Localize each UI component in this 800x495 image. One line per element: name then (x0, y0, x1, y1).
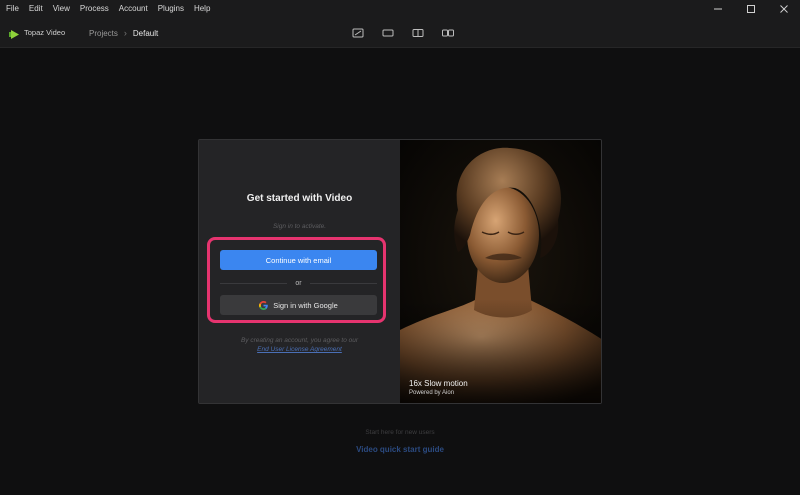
single-view-icon[interactable] (382, 28, 394, 38)
promo-caption-title: 16x Slow motion (409, 379, 468, 388)
view-mode-group (352, 28, 454, 38)
breadcrumb-current: Default (132, 28, 159, 38)
quick-start-guide-link[interactable]: Video quick start guide (0, 445, 800, 454)
app-toolbar: Topaz Video Projects › Default (0, 18, 800, 48)
legal-notice: By creating an account, you agree to our… (199, 336, 400, 354)
menu-bar: File Edit View Process Account Plugins H… (0, 0, 800, 18)
google-button-label: Sign in with Google (273, 300, 338, 310)
menu-process[interactable]: Process (75, 0, 114, 18)
google-icon (259, 300, 268, 310)
side-by-side-view-icon[interactable] (442, 28, 454, 38)
menu-account[interactable]: Account (114, 0, 153, 18)
signin-title: Get started with Video (246, 193, 353, 204)
maximize-icon[interactable] (734, 0, 767, 18)
menu-view[interactable]: View (48, 0, 75, 18)
eula-link[interactable]: End User License Agreement (199, 345, 400, 354)
signin-subtitle: Sign in to activate. (272, 223, 327, 230)
start-here-text: Start here for new users (365, 429, 435, 436)
menu-help[interactable]: Help (189, 0, 215, 18)
topaz-logo-icon (9, 27, 20, 39)
app-logo: Topaz Video (9, 27, 66, 39)
minimize-icon[interactable] (701, 0, 734, 18)
promo-panel: 16x Slow motion Powered by Aion (400, 140, 601, 403)
crop-view-icon[interactable] (352, 28, 364, 38)
signin-card: Get started with Video Sign in to activa… (198, 139, 602, 404)
promo-portrait-image (400, 140, 601, 403)
or-divider: or (220, 278, 378, 288)
promo-caption-subtitle: Powered by Aion (409, 390, 455, 396)
or-label: or (295, 279, 302, 287)
breadcrumb: Projects › Default (89, 28, 158, 38)
sign-in-with-google-button[interactable]: Sign in with Google (220, 295, 377, 315)
close-icon[interactable] (767, 0, 800, 18)
app-name: Topaz Video (24, 28, 66, 37)
divider-line (220, 282, 288, 284)
legal-text: By creating an account, you agree to our (240, 337, 359, 344)
window-controls (701, 0, 800, 18)
continue-with-email-button[interactable]: Continue with email (220, 250, 377, 270)
chevron-right-icon: › (123, 28, 127, 38)
signin-panel: Get started with Video Sign in to activa… (199, 140, 400, 403)
breadcrumb-projects[interactable]: Projects (89, 29, 118, 38)
menu-file[interactable]: File (0, 0, 24, 18)
menu-plugins[interactable]: Plugins (153, 0, 189, 18)
menu-edit[interactable]: Edit (24, 0, 48, 18)
split-view-icon[interactable] (412, 28, 424, 38)
divider-line (309, 282, 378, 284)
